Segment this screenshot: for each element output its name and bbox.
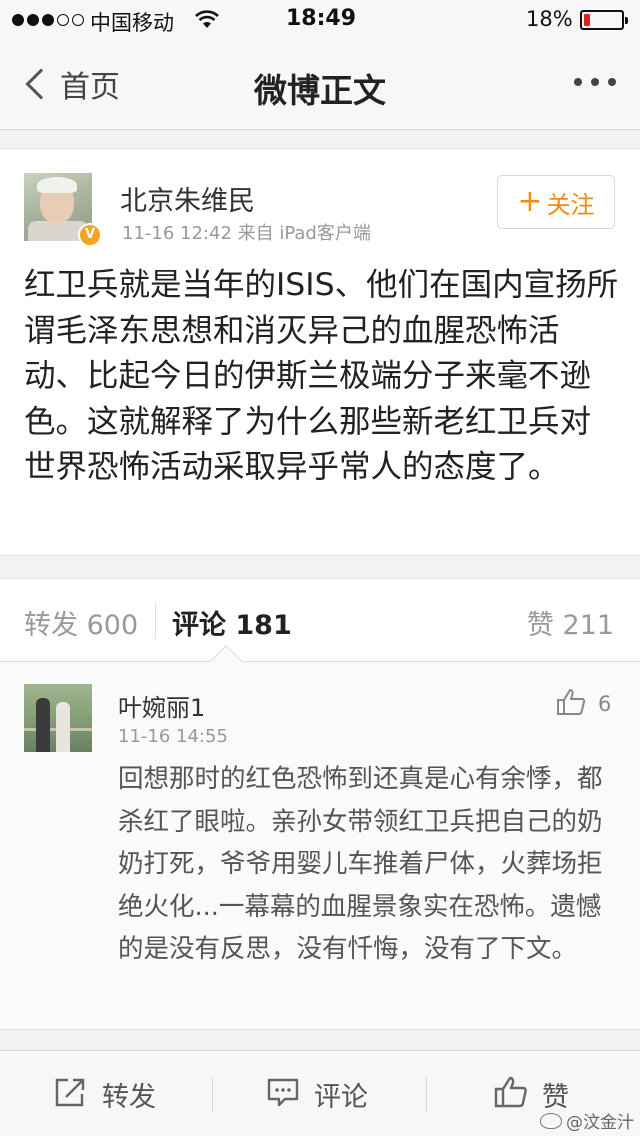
carrier-name: 中国移动 [90,11,174,35]
commenter-avatar[interactable] [24,684,92,752]
status-bar: 中国移动 18:49 18% [0,0,640,40]
divider [155,603,156,639]
battery-percent: 18% [526,7,573,31]
post-author-name[interactable]: 北京朱维民 [120,179,255,218]
more-horizontal-icon[interactable] [574,78,616,86]
divider [426,1077,427,1113]
weibo-logo-icon [540,1112,562,1129]
watermark-text: @汶金汁 [566,1113,634,1133]
thumbs-up-icon [494,1076,528,1112]
repost-label: 转发 [102,1081,156,1113]
follow-label: 关注 [546,190,595,219]
divider [212,1077,213,1113]
comment-time: 11-16 14:55 [118,726,228,747]
signal-strength-icon [12,14,84,26]
nav-bar: 首页 微博正文 [0,40,640,130]
comment-text: 回想那时的红色恐怖到还真是心有余悸，都杀红了眼啦。亲孙女带领红卫兵把自己的奶奶打… [118,764,603,964]
wifi-icon [194,10,220,35]
post-body-text: 红卫兵就是当年的ISIS、他们在国内宣扬所谓毛泽东思想和消灭异己的血腥恐怖活动、… [24,267,619,486]
thumbs-up-icon [556,688,586,720]
post-stats-bar: 转发 600 评论 181 赞 211 [0,578,640,662]
comment-button[interactable]: 评论 [266,1051,368,1136]
follow-button[interactable]: + 关注 [497,175,615,229]
author-avatar[interactable]: V [24,173,102,247]
comment-label: 评论 [314,1081,368,1113]
verified-badge-icon: V [78,223,102,247]
page-title: 微博正文 [254,71,386,110]
comment-item: 叶婉丽1 11-16 14:55 6 回想那时的红色恐怖到还真是心有余悸，都杀红… [0,662,640,1030]
share-arrow-icon [54,1076,88,1112]
comment-bubble-icon [266,1076,300,1112]
tab-reposts[interactable]: 转发 600 [24,603,138,642]
tab-likes[interactable]: 赞 211 [527,603,614,642]
status-time: 18:49 [286,6,357,31]
post-meta: 11-16 12:42 来自 iPad客户端 [122,223,371,244]
battery-level [584,14,590,26]
tab-comments[interactable]: 评论 181 [172,603,292,642]
commenter-name[interactable]: 叶婉丽1 [118,688,205,723]
comment-like-button[interactable]: 6 [556,688,611,720]
weibo-post: V 北京朱维民 11-16 12:42 来自 iPad客户端 + 关注 红卫兵就… [0,148,640,556]
plus-icon: + [517,184,543,219]
weibo-watermark: @汶金汁 [540,1108,634,1133]
repost-button[interactable]: 转发 [54,1051,156,1136]
battery-icon [580,10,628,30]
comment-like-count: 6 [598,692,612,716]
